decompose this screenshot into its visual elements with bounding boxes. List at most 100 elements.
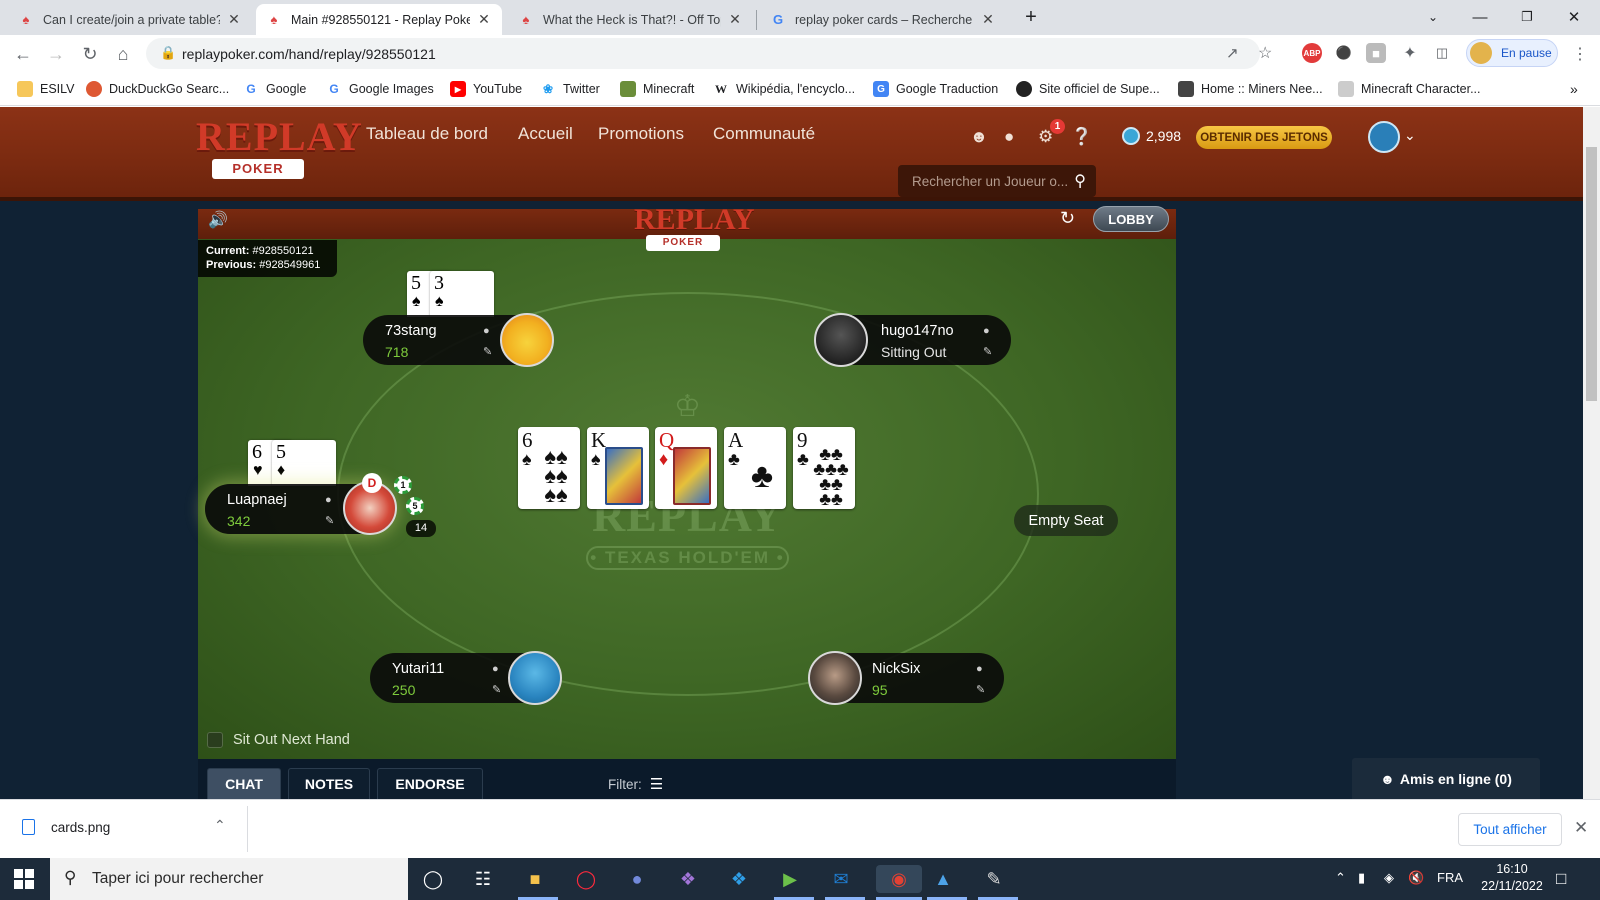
restore-button[interactable]: ❐ (1504, 0, 1550, 34)
share-icon[interactable]: ↗ (1226, 44, 1239, 62)
friends-icon[interactable]: ☻ (970, 127, 988, 147)
filter-icon[interactable]: ☰ (650, 775, 663, 793)
menu-communaute[interactable]: Communauté (713, 124, 815, 144)
user-avatar[interactable] (1368, 121, 1400, 153)
discord-icon[interactable]: ● (623, 865, 651, 893)
opera-icon[interactable]: ◯ (572, 865, 600, 893)
profile-icon[interactable]: ● (983, 325, 990, 337)
download-item[interactable]: cards.png (22, 819, 110, 835)
notification-center-icon[interactable]: □ (1556, 869, 1566, 889)
bookmark-smash[interactable]: Site officiel de Supe... (1016, 81, 1160, 97)
search-icon[interactable]: ⚲ (1074, 171, 1086, 191)
vscode-icon[interactable]: ❖ (725, 865, 753, 893)
new-tab-button[interactable]: + (1008, 0, 1054, 34)
language-indicator[interactable]: FRA (1437, 870, 1463, 885)
home-icon[interactable]: ⌂ (109, 40, 137, 68)
scrollbar-thumb[interactable] (1586, 147, 1597, 401)
edit-note-icon[interactable]: ✎ (325, 514, 334, 527)
avatar[interactable] (808, 651, 862, 705)
photos-icon[interactable]: ▲ (929, 865, 957, 893)
window-close-button[interactable]: ✕ (1551, 0, 1597, 34)
browser-tab-3[interactable]: ♠ What the Heck is That?! - Off Top ✕ (508, 4, 753, 35)
get-chips-button[interactable]: OBTENIR DES JETONS (1196, 126, 1332, 149)
volume-muted-icon[interactable]: 🔇 (1408, 870, 1424, 886)
forward-arrow-icon[interactable]: → (42, 40, 70, 68)
tab-chat[interactable]: CHAT (207, 768, 281, 799)
profile-icon[interactable]: ● (976, 663, 983, 675)
file-explorer-icon[interactable]: ■ (521, 865, 549, 893)
refresh-icon[interactable]: ↻ (1060, 208, 1075, 229)
outlook-icon[interactable]: ✉ (827, 865, 855, 893)
menu-promotions[interactable]: Promotions (598, 124, 684, 144)
edit-note-icon[interactable]: ✎ (483, 345, 492, 358)
bookmark-minecraft-character[interactable]: Minecraft Character... (1338, 81, 1481, 97)
paint-icon[interactable]: ✎ (980, 865, 1008, 893)
tab-notes[interactable]: NOTES (288, 768, 370, 799)
system-clock[interactable]: 16:10 22/11/2022 (1472, 861, 1552, 895)
bookmark-google-traduction[interactable]: G Google Traduction (873, 81, 998, 97)
browser-tab-4[interactable]: G replay poker cards – Recherche G ✕ (760, 4, 1006, 35)
menu-accueil[interactable]: Accueil (518, 124, 573, 144)
bookmark-wikipedia[interactable]: W Wikipédia, l'encyclo... (713, 81, 855, 97)
bookmark-google[interactable]: G Google (243, 81, 306, 97)
close-icon[interactable]: ✕ (980, 11, 996, 28)
chevron-up-icon[interactable]: ⌃ (214, 817, 226, 834)
edit-note-icon[interactable]: ✎ (983, 345, 992, 358)
avatar[interactable] (500, 313, 554, 367)
chrome-icon[interactable]: ◉ (876, 865, 922, 893)
edit-note-icon[interactable]: ✎ (492, 683, 501, 696)
browser-tab-2[interactable]: ♠ Main #928550121 - Replay Poker ✕ (256, 4, 502, 35)
battery-icon[interactable]: ▮ (1358, 870, 1365, 886)
bookmark-youtube[interactable]: ▶ YouTube (450, 81, 522, 97)
bookmark-minecraft[interactable]: Minecraft (620, 81, 694, 97)
menu-tableau-de-bord[interactable]: Tableau de bord (366, 124, 488, 144)
previous-hand-id[interactable]: #928549961 (259, 259, 320, 271)
tray-chevron-up-icon[interactable]: ⌃ (1335, 870, 1346, 886)
bookmark-star-icon[interactable]: ☆ (1258, 43, 1272, 63)
page-scrollbar[interactable] (1583, 107, 1600, 799)
empty-seat-button[interactable]: Empty Seat (1014, 505, 1118, 536)
media-app-icon[interactable]: ▶ (776, 865, 804, 893)
lobby-button[interactable]: LOBBY (1093, 206, 1169, 232)
windows-start-icon[interactable] (14, 869, 34, 889)
avatar[interactable] (814, 313, 868, 367)
friends-online-button[interactable]: ☻ Amis en ligne (0) (1352, 758, 1540, 799)
bookmark-duckduckgo[interactable]: DuckDuckGo Searc... (86, 81, 229, 97)
more-bookmarks-chevron-icon[interactable]: » (1570, 81, 1578, 97)
chevron-down-icon[interactable]: ⌄ (1404, 127, 1416, 144)
menu-dots-icon[interactable]: ⋮ (1566, 40, 1594, 68)
profile-icon[interactable]: ● (483, 325, 490, 337)
adblock-icon[interactable]: ABP (1302, 43, 1322, 63)
bookmark-google-images[interactable]: G Google Images (326, 81, 433, 97)
close-icon[interactable]: ✕ (226, 11, 242, 28)
cortana-icon[interactable]: ◯ (419, 865, 447, 893)
sit-out-checkbox[interactable] (207, 732, 223, 748)
show-all-downloads-button[interactable]: Tout afficher (1458, 813, 1562, 846)
edit-note-icon[interactable]: ✎ (976, 683, 985, 696)
minimize-button[interactable]: — (1457, 0, 1503, 34)
profile-icon[interactable]: ● (492, 663, 499, 675)
address-bar[interactable]: 🔒 replaypoker.com/hand/replay/928550121 … (146, 38, 1272, 69)
replay-poker-logo[interactable]: REPLAY POKER (196, 117, 362, 187)
tab-endorse[interactable]: ENDORSE (377, 768, 483, 799)
tab-search-chevron-icon[interactable]: ⌄ (1410, 0, 1456, 34)
sit-out-next-hand[interactable]: Sit Out Next Hand (207, 732, 350, 748)
side-panel-icon[interactable]: ◫ (1432, 43, 1452, 63)
back-arrow-icon[interactable]: ← (9, 40, 37, 68)
visual-studio-icon[interactable]: ❖ (674, 865, 702, 893)
chat-filter[interactable]: Filter: ☰ (608, 775, 663, 793)
chat-bubble-icon[interactable]: ● (1004, 127, 1014, 147)
bookmark-twitter[interactable]: ❀ Twitter (540, 81, 600, 97)
taskbar-search-input[interactable]: ⚲ Taper ici pour rechercher (50, 858, 408, 900)
sound-icon[interactable]: 🔊 (208, 210, 228, 230)
url-text[interactable]: replaypoker.com/hand/replay/928550121 (182, 46, 436, 62)
task-view-icon[interactable]: ☷ (469, 865, 497, 893)
profile-button[interactable]: En pause (1466, 39, 1558, 67)
close-icon[interactable]: ✕ (476, 11, 492, 28)
help-icon[interactable]: ❔ (1071, 127, 1092, 147)
close-icon[interactable]: ✕ (727, 11, 743, 28)
avatar[interactable] (508, 651, 562, 705)
player-search-input[interactable]: Rechercher un Joueur o... ⚲ (898, 165, 1096, 197)
close-icon[interactable]: ✕ (1574, 818, 1588, 838)
wifi-icon[interactable]: ◈ (1384, 870, 1394, 886)
